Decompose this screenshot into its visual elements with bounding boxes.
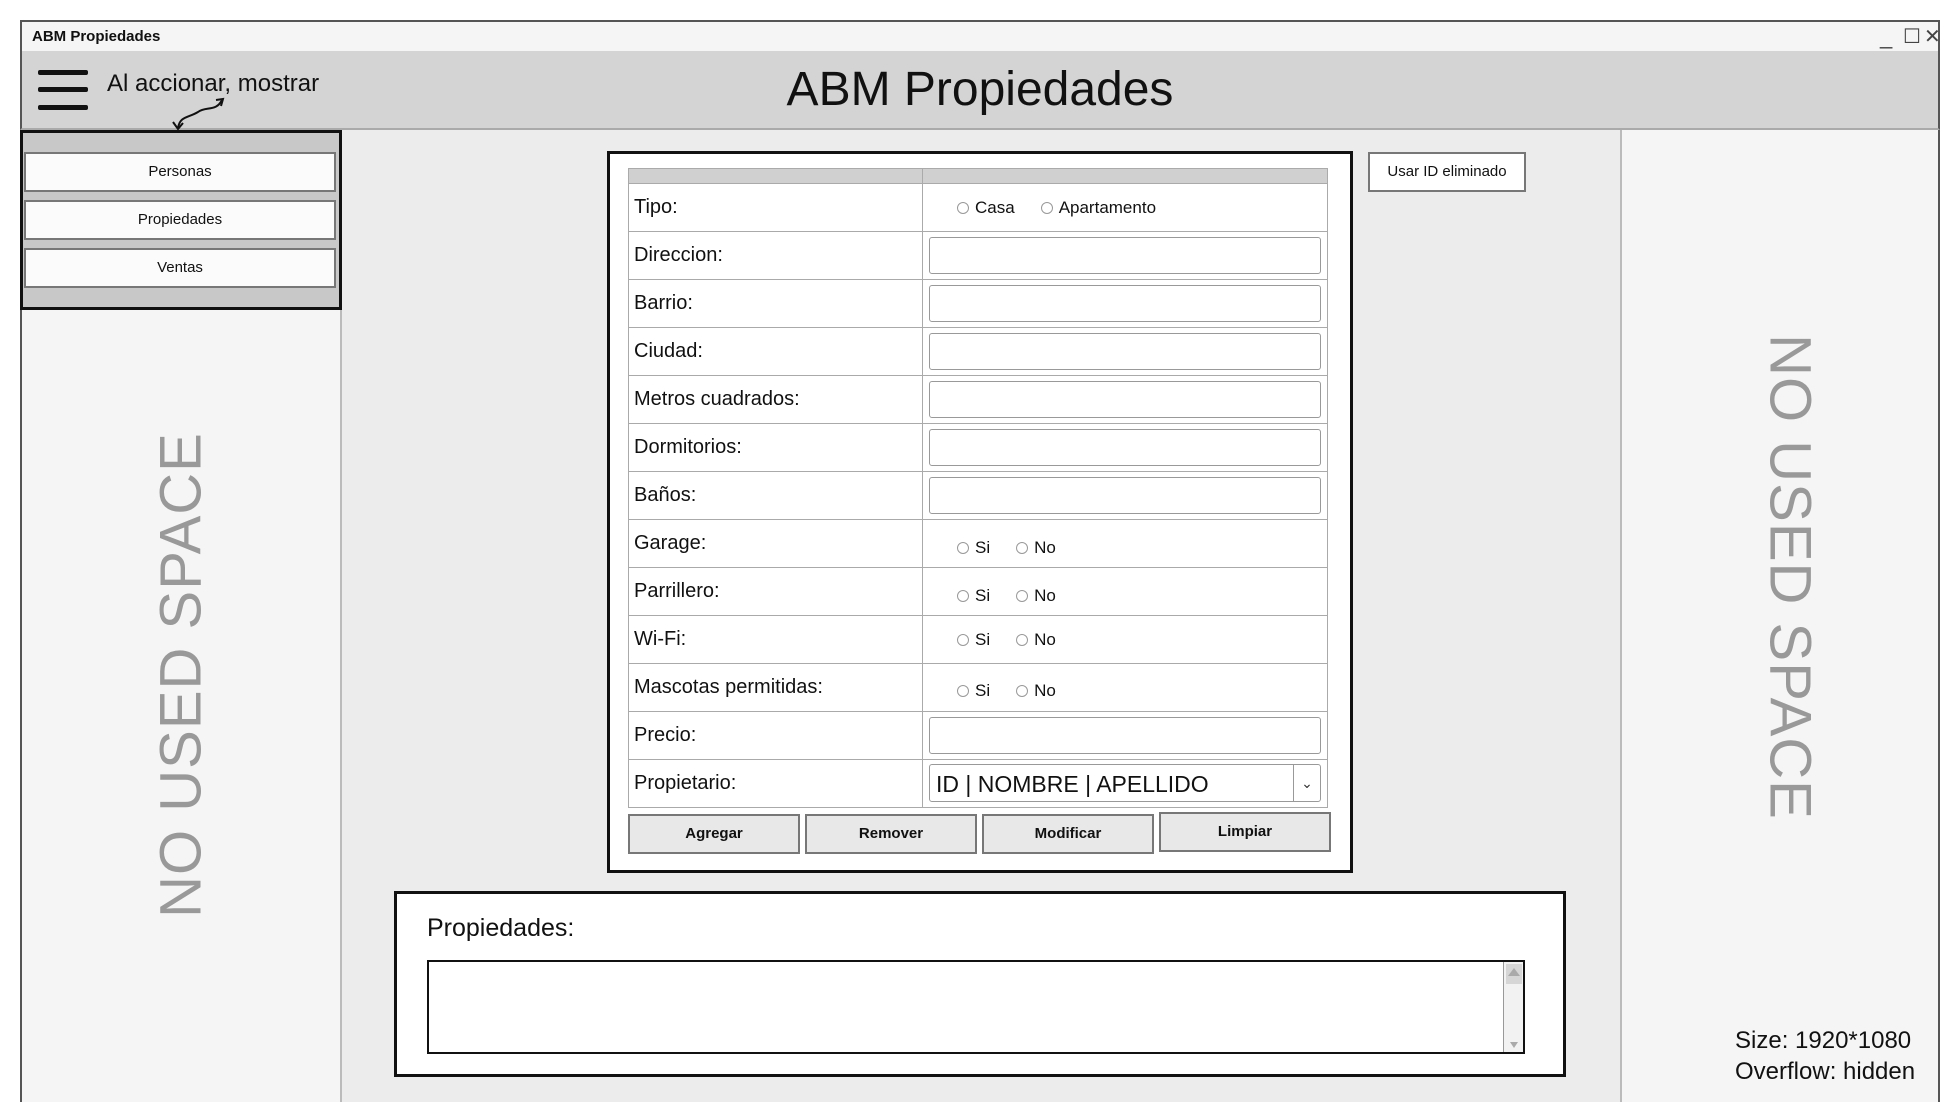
sidebar-item-propiedades[interactable]: Propiedades bbox=[24, 200, 336, 240]
sidebar-item-ventas[interactable]: Ventas bbox=[24, 248, 336, 288]
form-row-tipo: Tipo: Casa Apartamento bbox=[628, 184, 1328, 232]
field-label: Wi-Fi: bbox=[634, 628, 687, 650]
metros-cuadrados-input[interactable] bbox=[929, 381, 1321, 418]
form-row-garage: Garage: Si No bbox=[628, 520, 1328, 568]
propiedades-listbox[interactable] bbox=[427, 960, 1525, 1054]
field-label: Metros cuadrados: bbox=[634, 388, 800, 410]
radio-icon bbox=[1016, 542, 1029, 554]
remover-button[interactable]: Remover bbox=[805, 814, 977, 854]
form-grid: Tipo: Casa Apartamento Direccion: Barrio… bbox=[628, 168, 1328, 808]
mascotas-radio-si[interactable]: Si bbox=[957, 681, 990, 701]
tipo-radio-group: Casa Apartamento bbox=[957, 198, 1156, 218]
garage-radio-group: Si No bbox=[957, 538, 1056, 558]
tipo-radio-apartamento[interactable]: Apartamento bbox=[1040, 198, 1156, 218]
wifi-radio-no[interactable]: No bbox=[1016, 630, 1056, 650]
window-title: ABM Propiedades bbox=[32, 28, 161, 45]
minimize-icon[interactable]: _ bbox=[1880, 24, 1892, 50]
propiedades-list-label: Propiedades: bbox=[427, 914, 575, 942]
unused-space-label-left: NO USED SPACE bbox=[148, 432, 214, 918]
radio-icon bbox=[957, 202, 969, 214]
chevron-down-icon[interactable]: ⌄ bbox=[1293, 765, 1320, 801]
garage-radio-no[interactable]: No bbox=[1016, 538, 1056, 558]
parrillero-radio-group: Si No bbox=[957, 586, 1056, 606]
form-row-precio: Precio: bbox=[628, 712, 1328, 760]
field-label: Barrio: bbox=[634, 292, 693, 314]
agregar-button[interactable]: Agregar bbox=[628, 814, 800, 854]
page-title: ABM Propiedades bbox=[786, 63, 1174, 116]
form-row-ciudad: Ciudad: bbox=[628, 328, 1328, 376]
field-label: Mascotas permitidas: bbox=[634, 676, 823, 698]
field-label: Dormitorios: bbox=[634, 436, 742, 458]
banos-input[interactable] bbox=[929, 477, 1321, 514]
propietario-select[interactable]: ID | NOMBRE | APELLIDO ⌄ bbox=[929, 764, 1321, 802]
radio-icon bbox=[1016, 685, 1029, 697]
precio-input[interactable] bbox=[929, 717, 1321, 754]
field-label: Direccion: bbox=[634, 244, 723, 266]
field-label: Parrillero: bbox=[634, 580, 720, 602]
mascotas-radio-group: Si No bbox=[957, 681, 1056, 701]
radio-icon bbox=[957, 542, 969, 554]
field-label: Garage: bbox=[634, 532, 707, 554]
field-label: Precio: bbox=[634, 724, 697, 746]
radio-icon bbox=[1016, 590, 1029, 602]
size-note: Size: 1920*1080 Overflow: hidden bbox=[1735, 1025, 1915, 1087]
radio-icon bbox=[957, 590, 969, 602]
listbox-scrollbar[interactable] bbox=[1503, 962, 1523, 1052]
form-row-banos: Baños: bbox=[628, 472, 1328, 520]
sidebar-item-personas[interactable]: Personas bbox=[24, 152, 336, 192]
modificar-button[interactable]: Modificar bbox=[982, 814, 1154, 854]
size-text: Size: 1920*1080 bbox=[1735, 1027, 1912, 1054]
field-label: Tipo: bbox=[634, 196, 678, 218]
barrio-input[interactable] bbox=[929, 285, 1321, 322]
form-row-wifi: Wi-Fi: Si No bbox=[628, 616, 1328, 664]
form-row-dormitorios: Dormitorios: bbox=[628, 424, 1328, 472]
form-row-direccion: Direccion: bbox=[628, 232, 1328, 280]
direccion-input[interactable] bbox=[929, 237, 1321, 274]
parrillero-radio-si[interactable]: Si bbox=[957, 586, 990, 606]
dormitorios-input[interactable] bbox=[929, 429, 1321, 466]
field-label: Ciudad: bbox=[634, 340, 703, 362]
overflow-text: Overflow: hidden bbox=[1735, 1058, 1916, 1085]
tipo-radio-casa[interactable]: Casa bbox=[957, 198, 1015, 218]
usar-id-eliminado-button[interactable]: Usar ID eliminado bbox=[1368, 152, 1526, 192]
mascotas-radio-no[interactable]: No bbox=[1016, 681, 1056, 701]
radio-icon bbox=[957, 634, 969, 646]
form-row-metros: Metros cuadrados: bbox=[628, 376, 1328, 424]
form-row-parrillero: Parrillero: Si No bbox=[628, 568, 1328, 616]
form-row-barrio: Barrio: bbox=[628, 280, 1328, 328]
unused-space-label-right: NO USED SPACE bbox=[1757, 334, 1823, 820]
parrillero-radio-no[interactable]: No bbox=[1016, 586, 1056, 606]
field-label: Propietario: bbox=[634, 772, 737, 794]
radio-icon bbox=[1016, 634, 1029, 646]
form-row-mascotas: Mascotas permitidas: Si No bbox=[628, 664, 1328, 712]
form-row-propietario: Propietario: ID | NOMBRE | APELLIDO ⌄ bbox=[628, 760, 1328, 808]
radio-icon bbox=[1040, 202, 1053, 214]
wifi-radio-group: Si No bbox=[957, 630, 1056, 650]
garage-radio-si[interactable]: Si bbox=[957, 538, 990, 558]
ciudad-input[interactable] bbox=[929, 333, 1321, 370]
field-label: Baños: bbox=[634, 484, 697, 506]
grid-header bbox=[628, 168, 1328, 184]
wifi-radio-si[interactable]: Si bbox=[957, 630, 990, 650]
maximize-icon[interactable]: ☐ bbox=[1903, 24, 1921, 50]
scrollbar-arrows-icon bbox=[1506, 964, 1522, 1048]
close-icon[interactable]: ✕ bbox=[1924, 24, 1941, 50]
radio-icon bbox=[957, 685, 969, 697]
propietario-selected-value: ID | NOMBRE | APELLIDO bbox=[936, 771, 1209, 797]
title-bar: ABM Propiedades bbox=[20, 20, 1940, 53]
limpiar-button[interactable]: Limpiar bbox=[1159, 812, 1331, 852]
